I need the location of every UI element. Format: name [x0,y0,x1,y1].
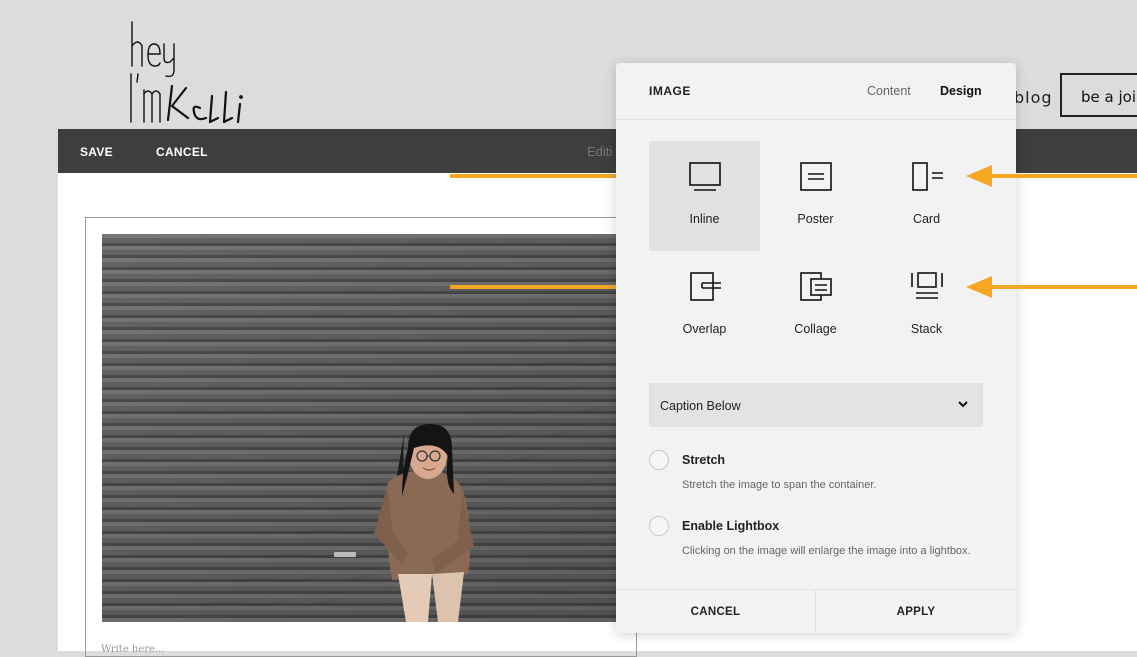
poster-layout-icon [800,162,832,191]
lightbox-radio[interactable] [649,516,669,536]
stretch-radio[interactable] [649,450,669,470]
layout-label: Collage [794,322,837,336]
layout-option-stack[interactable]: Stack [871,251,982,361]
caption-position-select[interactable]: Caption Below [649,383,983,427]
panel-cancel-button[interactable]: CANCEL [616,590,816,633]
card-layout-icon [912,162,943,191]
layout-label: Overlap [682,322,727,336]
option-description: Stretch the image to span the container. [682,479,877,491]
stack-layout-icon [911,272,943,299]
collage-layout-icon [800,272,832,301]
tab-content[interactable]: Content [867,84,911,98]
panel-apply-button[interactable]: APPLY [816,590,1016,633]
save-button[interactable]: SAVE [80,145,113,159]
overlap-layout-icon [690,272,721,301]
editing-status: Editi [587,144,613,159]
nav-cta-button[interactable]: be a joiner [1060,73,1137,117]
nav-link-blog[interactable]: blog [1014,88,1053,107]
layout-option-poster[interactable]: Poster [760,141,871,251]
panel-footer: CANCEL APPLY [616,589,1016,633]
layout-label: Inline [689,212,720,226]
panel-title: IMAGE [649,84,691,98]
layout-label: Poster [797,212,834,226]
annotation-arrow-right-1 [966,165,1137,187]
layout-option-overlap[interactable]: Overlap [649,251,760,361]
annotation-arrow-right-2 [966,276,1137,298]
layout-option-card[interactable]: Card [871,141,982,251]
cancel-button[interactable]: CANCEL [156,145,208,159]
image-settings-panel: IMAGE Content Design Inline Poster Card … [616,63,1016,633]
layout-label: Card [912,212,941,226]
panel-header: IMAGE Content Design [616,63,1016,120]
chevron-down-icon [958,401,968,408]
site-logo[interactable] [126,18,276,130]
logo-mark [130,21,243,124]
option-title: Enable Lightbox [682,519,780,533]
caption-placeholder[interactable]: Write here... [101,644,165,655]
inline-layout-icon [689,162,721,191]
option-title: Stretch [682,453,726,467]
layout-option-inline[interactable]: Inline [649,141,760,251]
layout-label: Stack [910,322,943,336]
layout-option-collage[interactable]: Collage [760,251,871,361]
caption-select-value: Caption Below [660,399,741,413]
option-description: Clicking on the image will enlarge the i… [682,545,971,557]
tab-design[interactable]: Design [940,84,982,98]
